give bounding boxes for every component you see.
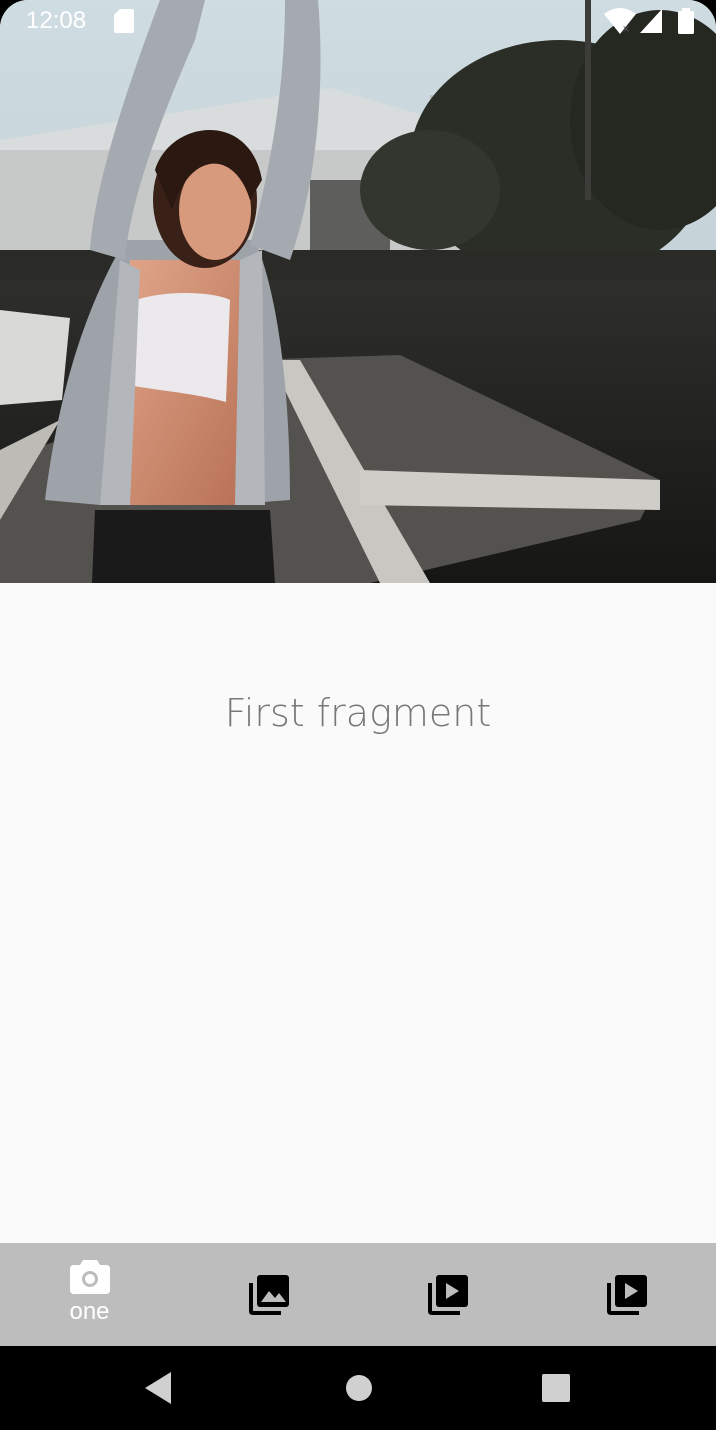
back-icon (145, 1372, 171, 1404)
status-time: 12:08 (26, 7, 87, 34)
video-library-icon (606, 1274, 647, 1315)
svg-text:×: × (622, 24, 630, 34)
wifi-icon: × (604, 8, 636, 39)
nav-item-two[interactable] (179, 1243, 358, 1346)
recents-icon (542, 1374, 570, 1402)
fragment-title: First fragment (224, 691, 492, 735)
cell-signal-icon (640, 9, 662, 38)
recents-button[interactable] (496, 1346, 616, 1430)
hero-image (0, 0, 716, 583)
video-library-icon (427, 1274, 468, 1315)
home-button[interactable] (299, 1346, 419, 1430)
battery-icon (678, 8, 694, 39)
status-bar: 12:08 × (0, 0, 716, 42)
status-icons: × (604, 8, 694, 39)
nav-item-four[interactable] (537, 1243, 716, 1346)
fragment-container: First fragment (0, 583, 716, 1243)
back-button[interactable] (99, 1346, 219, 1430)
nav-item-three[interactable] (358, 1243, 537, 1346)
nav-item-one[interactable]: one (0, 1243, 179, 1346)
app-screen: 12:08 × First fragment one (0, 0, 716, 1430)
system-navigation-bar (0, 1346, 716, 1430)
home-icon (346, 1375, 372, 1401)
nav-item-label: one (69, 1297, 110, 1325)
sd-card-icon (114, 9, 134, 38)
bottom-navigation: one (0, 1243, 716, 1346)
camera-icon (69, 1259, 110, 1294)
photo-library-icon (248, 1274, 289, 1315)
